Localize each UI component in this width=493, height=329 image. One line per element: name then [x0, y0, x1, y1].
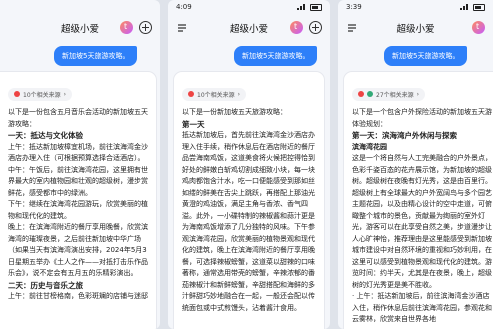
- new-chat-icon[interactable]: [139, 21, 152, 34]
- answer-paragraph: 这是一个将自然与人工完美融合的户外景点，色彩千姿百态的花卉展示馆，为新加坡的超级…: [352, 154, 492, 289]
- answer-intro: 以下是一份包含五月音乐会活动的新加坡五天游攻略：: [8, 108, 148, 128]
- user-query-bubble: 新加坡5天旅游攻略。: [54, 46, 138, 66]
- sources-pill[interactable]: 27个相关来源 ›: [352, 87, 426, 101]
- chevron-right-icon: ›: [237, 90, 241, 98]
- sources-pill[interactable]: 10个相关来源 ›: [8, 87, 73, 101]
- signal-icon: [460, 4, 470, 10]
- answer-paragraph: 中午：午饭后，前往滨海湾花园，这里拥有世界最大的室内植物园和壮观的超级树，漫步赏…: [8, 165, 148, 197]
- sources-label: 10个相关来源: [23, 91, 61, 99]
- answer-paragraph: 晚上：在滨海湾附近的餐厅享用晚餐，欣赏滨海湾的璀璨夜景，之后前往新加坡中华广场（…: [8, 223, 148, 277]
- screenshot-panel-1: 超级小爱 新加坡5天旅游攻略。 10个相关来源 › 以下是一份包含五月音乐会活动…: [0, 0, 160, 329]
- source-icon: [367, 91, 373, 97]
- user-query-bubble: 新加坡5天旅游攻略。: [384, 46, 468, 66]
- day-heading: 第一天: [182, 119, 205, 129]
- sources-label: 27个相关来源: [376, 91, 414, 99]
- section-subheading: 滨海湾花园: [352, 142, 387, 151]
- new-chat-icon[interactable]: [309, 21, 322, 34]
- status-time: 3:39: [346, 3, 362, 11]
- chevron-right-icon: ›: [416, 90, 420, 98]
- answer-intro: 以下是一个包含户外探险活动的新加坡五天游体验规划：: [352, 108, 492, 128]
- day-heading: 二天：历史与音乐之旅: [8, 280, 83, 290]
- user-query-bubble: 新加坡5天旅游攻略。: [234, 46, 318, 66]
- app-header: 超级小爱: [0, 14, 160, 42]
- chevron-right-icon: ›: [63, 90, 67, 98]
- answer-paragraph: 上午：抵达新加坡樟宜机场，前往滨海湾金沙酒店办理入住（可根据预算选择合适酒店）。: [8, 142, 148, 163]
- screenshot-panel-2: 4:09 超级小爱 新加坡5天旅游攻略。 10个相关来源 › 以下是一份新加坡五…: [168, 0, 330, 329]
- source-icon: [188, 91, 194, 97]
- answer-paragraph: 上午：前往甘榜格南，色彩斑斓的店铺与迷邸: [8, 292, 148, 300]
- battery-icon: [473, 3, 485, 11]
- app-title: 超级小爱: [396, 24, 435, 35]
- answer-intro: 以下是一份新加坡五天旅游攻略：: [182, 108, 287, 116]
- menu-icon[interactable]: [346, 22, 358, 34]
- answer-card: 10个相关来源 › 以下是一份新加坡五天旅游攻略： 第一天 抵达新加坡后，首先前…: [174, 72, 324, 329]
- status-bar: 4:09: [168, 0, 330, 14]
- app-title: 超级小爱: [60, 24, 99, 35]
- app-title: 超级小爱: [229, 24, 268, 35]
- screenshot-panel-3: 3:39 超级小爱 新加坡5天旅游攻略。 27个相关来源 › 以下是一个包含户外…: [338, 0, 493, 329]
- status-bar: 3:39: [338, 0, 493, 14]
- answer-card: 10个相关来源 › 以下是一份包含五月音乐会活动的新加坡五天游攻略： 一天：抵达…: [0, 72, 156, 329]
- tokens-icon[interactable]: [120, 21, 133, 34]
- app-header: 超级小爱: [168, 14, 330, 42]
- answer-paragraph: 抵达新加坡后，首先前往滨海湾金沙酒店办理入住手续，稍作休息后在酒店附近的餐厅品尝…: [182, 131, 315, 312]
- sources-pill[interactable]: 10个相关来源 ›: [182, 87, 247, 101]
- source-icon: [14, 91, 20, 97]
- tokens-icon[interactable]: [290, 21, 303, 34]
- tokens-icon[interactable]: [472, 21, 485, 34]
- source-icon: [358, 91, 364, 97]
- status-time: 4:09: [176, 3, 192, 11]
- sources-label: 10个相关来源: [197, 91, 235, 99]
- battery-icon: [310, 3, 322, 11]
- answer-card: 27个相关来源 › 以下是一个包含户外探险活动的新加坡五天游体验规划： 第一天：…: [344, 72, 493, 329]
- app-header: 超级小爱: [338, 14, 493, 42]
- menu-icon[interactable]: [176, 22, 188, 34]
- day-heading: 一天：抵达与文化体验: [8, 131, 83, 140]
- answer-paragraph: 下午：继续在滨海湾花园游玩，欣赏美丽的植物和现代化的建筑。: [8, 200, 148, 220]
- answer-paragraph: · 上午：抵达新加坡后，前往滨海湾金沙酒店入住，稍作休息后前往滨海湾花园，参观花…: [352, 292, 492, 323]
- day-heading: 第一天：滨海湾户外休闲与探索: [352, 131, 457, 140]
- signal-icon: [297, 4, 307, 10]
